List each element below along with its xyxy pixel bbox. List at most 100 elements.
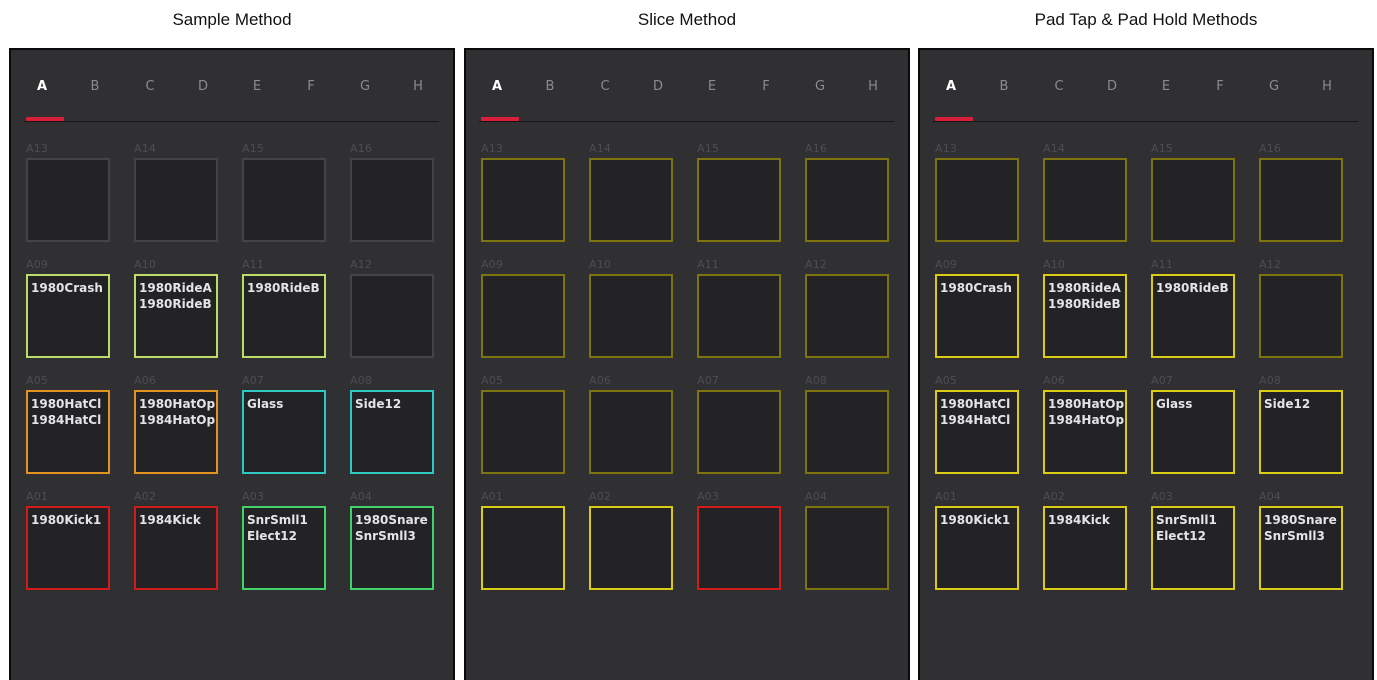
pad-a03[interactable] [697,506,781,590]
pad-a05[interactable] [481,390,565,474]
pad-a09[interactable]: 1980Crash [26,274,110,358]
pad-a11[interactable] [697,274,781,358]
pad-number-label: A09 [935,258,958,271]
bank-tab-b[interactable]: B [535,79,565,94]
pad-number-label: A15 [242,142,265,155]
pad-a10[interactable]: 1980RideA 1980RideB [1043,274,1127,358]
pad-a05[interactable]: 1980HatCl 1984HatCl [26,390,110,474]
bank-tab-d[interactable]: D [188,79,218,94]
bank-tab-f[interactable]: F [751,79,781,94]
pad-a02[interactable]: 1984Kick [134,506,218,590]
pad-a06[interactable]: 1980HatOp 1984HatOp [1043,390,1127,474]
pad-number-label: A11 [242,258,265,271]
pad-a13[interactable] [481,158,565,242]
pad-sample-name: 1980Kick1 [31,513,102,527]
bank-tab-b[interactable]: B [80,79,110,94]
pad-a02[interactable]: 1984Kick [1043,506,1127,590]
pad-a09[interactable]: 1980Crash [935,274,1019,358]
pad-number-label: A15 [697,142,720,155]
pad-number-label: A02 [1043,490,1066,503]
pad-sample-name: 1980HatCl 1984HatCl [31,397,102,427]
pad-number-label: A08 [805,374,828,387]
pad-a15[interactable] [242,158,326,242]
pad-a14[interactable] [1043,158,1127,242]
pad-a04[interactable] [805,506,889,590]
pad-a15[interactable] [1151,158,1235,242]
pad-number-label: A01 [481,490,504,503]
pad-number-label: A12 [350,258,373,271]
pad-a10[interactable] [589,274,673,358]
bank-tabs: A B C D E F G H [479,79,896,119]
bank-tab-a[interactable]: A [936,79,966,94]
pad-a16[interactable] [350,158,434,242]
pad-a10[interactable]: 1980RideA 1980RideB [134,274,218,358]
pad-sample-name: 1980RideB [1156,281,1229,295]
pad-a09[interactable] [481,274,565,358]
pad-a01[interactable] [481,506,565,590]
pad-a02[interactable] [589,506,673,590]
pad-number-label: A10 [1043,258,1066,271]
pad-number-label: A16 [350,142,373,155]
pad-sample-name: 1980HatCl 1984HatCl [940,397,1011,427]
bank-tab-h[interactable]: H [403,79,433,94]
bank-tab-a[interactable]: A [27,79,57,94]
bank-tab-h[interactable]: H [858,79,888,94]
pad-a04[interactable]: 1980Snare SnrSmll3 [1259,506,1343,590]
pad-number-label: A06 [589,374,612,387]
bank-tab-f[interactable]: F [1205,79,1235,94]
pad-a16[interactable] [805,158,889,242]
pad-number-label: A03 [242,490,265,503]
pad-a07[interactable]: Glass [1151,390,1235,474]
pad-a03[interactable]: SnrSmll1 Elect12 [1151,506,1235,590]
pad-a13[interactable] [935,158,1019,242]
bank-tab-f[interactable]: F [296,79,326,94]
pad-a13[interactable] [26,158,110,242]
pad-a01[interactable]: 1980Kick1 [935,506,1019,590]
pad-number-label: A07 [697,374,720,387]
pad-a15[interactable] [697,158,781,242]
pad-a07[interactable]: Glass [242,390,326,474]
pad-a12[interactable] [805,274,889,358]
pad-sample-name: 1980RideA 1980RideB [139,281,212,311]
pad-a14[interactable] [134,158,218,242]
pad-a11[interactable]: 1980RideB [1151,274,1235,358]
pad-number-label: A09 [26,258,49,271]
pad-sample-name: Glass [247,397,284,411]
pad-a08[interactable] [805,390,889,474]
pad-number-label: A07 [1151,374,1174,387]
pad-number-label: A05 [935,374,958,387]
pad-a04[interactable]: 1980Snare SnrSmll3 [350,506,434,590]
pad-sample-name: 1980Crash [31,281,103,295]
bank-tab-g[interactable]: G [1259,79,1289,94]
pad-a14[interactable] [589,158,673,242]
bank-tab-h[interactable]: H [1312,79,1342,94]
pad-sample-name: Side12 [1264,397,1311,411]
pad-a12[interactable] [1259,274,1343,358]
bank-tab-g[interactable]: G [805,79,835,94]
pad-a07[interactable] [697,390,781,474]
pad-number-label: A12 [1259,258,1282,271]
pad-a03[interactable]: SnrSmll1 Elect12 [242,506,326,590]
bank-tabs: A B C D E F G H [933,79,1360,119]
bank-tab-g[interactable]: G [350,79,380,94]
pad-a08[interactable]: Side12 [350,390,434,474]
pad-a05[interactable]: 1980HatCl 1984HatCl [935,390,1019,474]
bank-tab-c[interactable]: C [590,79,620,94]
bank-tab-b[interactable]: B [989,79,1019,94]
pad-a16[interactable] [1259,158,1343,242]
bank-tab-c[interactable]: C [1044,79,1074,94]
pad-a12[interactable] [350,274,434,358]
pad-a11[interactable]: 1980RideB [242,274,326,358]
active-tab-indicator [481,117,519,121]
pad-a06[interactable]: 1980HatOp 1984HatOp [134,390,218,474]
pad-a01[interactable]: 1980Kick1 [26,506,110,590]
bank-tab-e[interactable]: E [242,79,272,94]
bank-tab-a[interactable]: A [482,79,512,94]
bank-tab-e[interactable]: E [1151,79,1181,94]
bank-tab-e[interactable]: E [697,79,727,94]
pad-a08[interactable]: Side12 [1259,390,1343,474]
bank-tab-d[interactable]: D [1097,79,1127,94]
pad-a06[interactable] [589,390,673,474]
bank-tab-c[interactable]: C [135,79,165,94]
bank-tab-d[interactable]: D [643,79,673,94]
